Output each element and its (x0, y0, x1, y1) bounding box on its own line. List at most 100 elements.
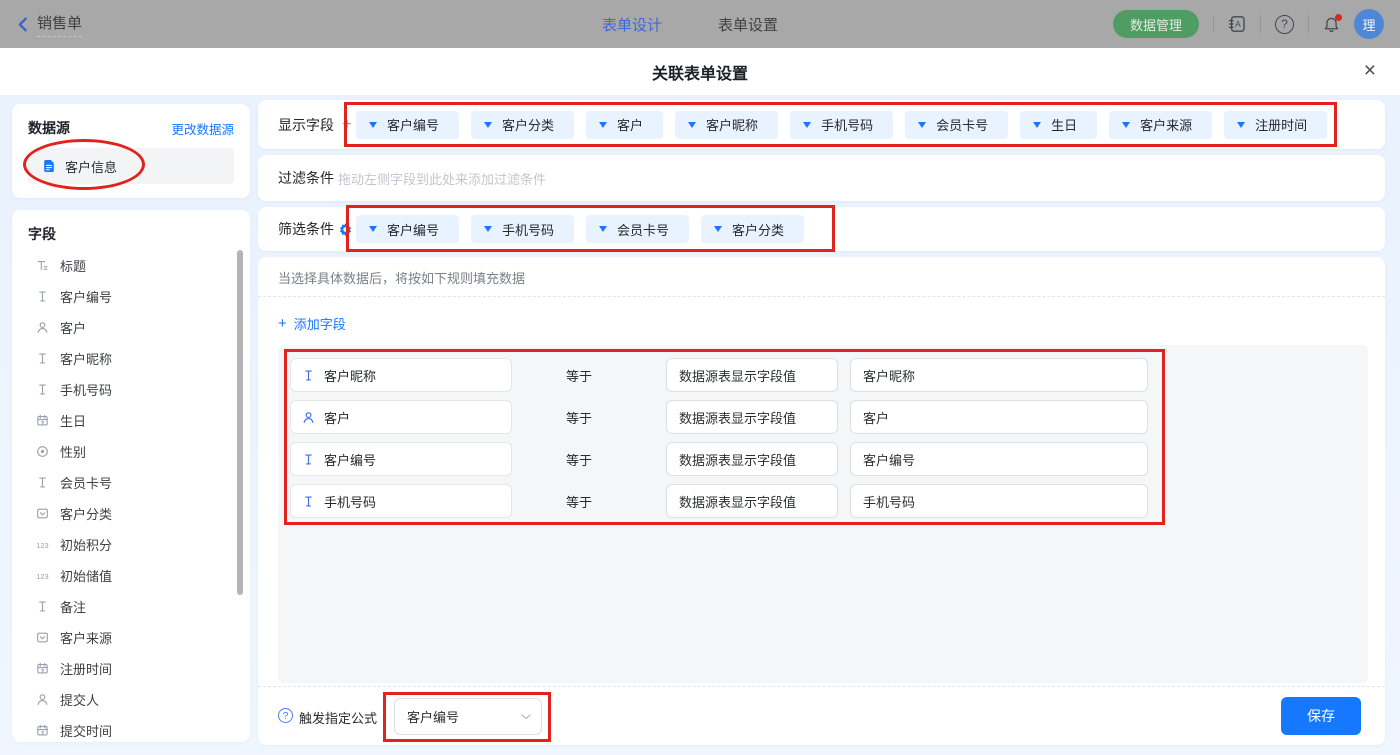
display-field-chips: 客户编号 客户分类 客户 客户昵称 (356, 111, 1339, 139)
date-icon (34, 414, 50, 427)
rules-area: 客户昵称 等于 数据源表显示字段值 客户昵称 (278, 345, 1368, 683)
select-icon (34, 507, 50, 520)
bell-icon[interactable] (1323, 16, 1340, 33)
filter-row: 过滤条件 拖动左侧字段到此处来添加过滤条件 (258, 155, 1385, 201)
field-item[interactable]: 注册时间 (12, 653, 250, 684)
form-name[interactable]: 销售单 (37, 12, 82, 37)
address-book-icon[interactable]: A (1228, 15, 1246, 33)
formula-help-icon[interactable]: ? (278, 708, 293, 723)
field-chip[interactable]: 客户分类 (701, 215, 804, 243)
gear-icon[interactable] (338, 222, 353, 237)
field-item[interactable]: 提交人 (12, 684, 250, 715)
help-icon[interactable]: ? (1275, 15, 1294, 34)
rule-source-dropdown[interactable]: 数据源表显示字段值 (666, 400, 838, 434)
rule-value-dropdown[interactable]: 手机号码 (850, 484, 1148, 518)
text-icon (34, 476, 50, 489)
svg-text:123: 123 (36, 572, 48, 581)
tab-form-design[interactable]: 表单设计 (602, 14, 662, 35)
field-item[interactable]: 生日 (12, 405, 250, 436)
formula-value: 客户编号 (407, 707, 459, 726)
chevron-down-icon (521, 714, 531, 720)
field-item[interactable]: 提交时间 (12, 715, 250, 746)
dropdown-triangle-icon (1033, 122, 1041, 128)
datasource-item[interactable]: 客户信息 (28, 148, 234, 184)
divider (1213, 15, 1214, 33)
select-icon (34, 631, 50, 644)
field-chip[interactable]: 会员卡号 (905, 111, 1008, 139)
field-list: 标题 客户编号 客户 客户昵称 (12, 250, 250, 746)
field-item[interactable]: 客户昵称 (12, 343, 250, 374)
datasource-panel: 数据源 更改数据源 客户信息 (12, 104, 250, 198)
field-item-label: 标题 (60, 256, 86, 275)
field-item[interactable]: 性别 (12, 436, 250, 467)
rule-field-box: 客户昵称 (290, 358, 512, 392)
add-field-link[interactable]: + 添加字段 (278, 314, 346, 333)
chip-label: 手机号码 (502, 220, 554, 239)
change-datasource-link[interactable]: 更改数据源 (171, 119, 234, 138)
user-icon (34, 321, 50, 334)
dashed-divider (258, 686, 1385, 687)
tab-form-settings[interactable]: 表单设置 (718, 14, 778, 35)
dropdown-triangle-icon (599, 122, 607, 128)
rule-source-dropdown[interactable]: 数据源表显示字段值 (666, 358, 838, 392)
field-chip[interactable]: 客户 (586, 111, 663, 139)
filter-dropzone[interactable]: 拖动左侧字段到此处来添加过滤条件 (338, 155, 1385, 201)
field-item[interactable]: 备注 (12, 591, 250, 622)
add-display-field-button[interactable]: + (340, 116, 354, 134)
field-chip[interactable]: 注册时间 (1224, 111, 1327, 139)
app-root: 销售单 表单设计 表单设置 数据管理 A ? 理 关联表单设置 × 数据源 更改… (0, 0, 1400, 755)
field-chip[interactable]: 手机号码 (471, 215, 574, 243)
field-item[interactable]: 客户来源 (12, 622, 250, 653)
chip-label: 手机号码 (821, 115, 873, 134)
rule-value-text: 客户编号 (863, 450, 915, 469)
rule-field-label: 客户编号 (324, 450, 376, 469)
fields-scrollbar[interactable] (237, 250, 243, 595)
field-item-label: 会员卡号 (60, 473, 112, 492)
avatar[interactable]: 理 (1354, 9, 1384, 39)
rule-value-dropdown[interactable]: 客户 (850, 400, 1148, 434)
field-item[interactable]: 客户编号 (12, 281, 250, 312)
save-button[interactable]: 保存 (1281, 697, 1361, 735)
field-item[interactable]: 手机号码 (12, 374, 250, 405)
field-chip[interactable]: 客户来源 (1109, 111, 1212, 139)
rule-value-dropdown[interactable]: 客户昵称 (850, 358, 1148, 392)
rule-value-dropdown[interactable]: 客户编号 (850, 442, 1148, 476)
datasource-title: 数据源 (28, 118, 70, 138)
field-chip[interactable]: 客户分类 (471, 111, 574, 139)
field-chip[interactable]: 生日 (1020, 111, 1097, 139)
rules-footer: ? 触发指定公式 客户编号 保存 (258, 695, 1385, 739)
field-item-label: 注册时间 (60, 659, 112, 678)
rule-source-dropdown[interactable]: 数据源表显示字段值 (666, 442, 838, 476)
notification-dot (1335, 14, 1342, 21)
chip-label: 客户昵称 (706, 115, 758, 134)
field-chip[interactable]: 客户昵称 (675, 111, 778, 139)
chip-label: 客户来源 (1140, 115, 1192, 134)
rule-source-dropdown[interactable]: 数据源表显示字段值 (666, 484, 838, 518)
formula-dropdown[interactable]: 客户编号 (394, 698, 542, 735)
field-chip[interactable]: 客户编号 (356, 215, 459, 243)
field-item-label: 性别 (60, 442, 86, 461)
screen-conditions-label: 筛选条件 (278, 219, 338, 239)
field-item[interactable]: 会员卡号 (12, 467, 250, 498)
close-icon[interactable]: × (1364, 60, 1376, 82)
field-item[interactable]: 客户 (12, 312, 250, 343)
field-item[interactable]: 123 初始储值 (12, 560, 250, 591)
date-icon (34, 724, 50, 737)
field-item[interactable]: 123 初始积分 (12, 529, 250, 560)
field-item-label: 客户 (60, 318, 86, 337)
dropdown-triangle-icon (1237, 122, 1245, 128)
title-icon (34, 259, 50, 272)
data-manage-button[interactable]: 数据管理 (1113, 10, 1199, 38)
datasource-item-label: 客户信息 (65, 157, 117, 176)
divider (1260, 15, 1261, 33)
field-item[interactable]: 标题 (12, 250, 250, 281)
field-item-label: 手机号码 (60, 380, 112, 399)
dropdown-triangle-icon (918, 122, 926, 128)
back-button[interactable] (16, 16, 29, 33)
field-chip[interactable]: 会员卡号 (586, 215, 689, 243)
rule-field-box: 客户编号 (290, 442, 512, 476)
field-chip[interactable]: 客户编号 (356, 111, 459, 139)
user-icon (34, 693, 50, 706)
field-item[interactable]: 客户分类 (12, 498, 250, 529)
field-chip[interactable]: 手机号码 (790, 111, 893, 139)
